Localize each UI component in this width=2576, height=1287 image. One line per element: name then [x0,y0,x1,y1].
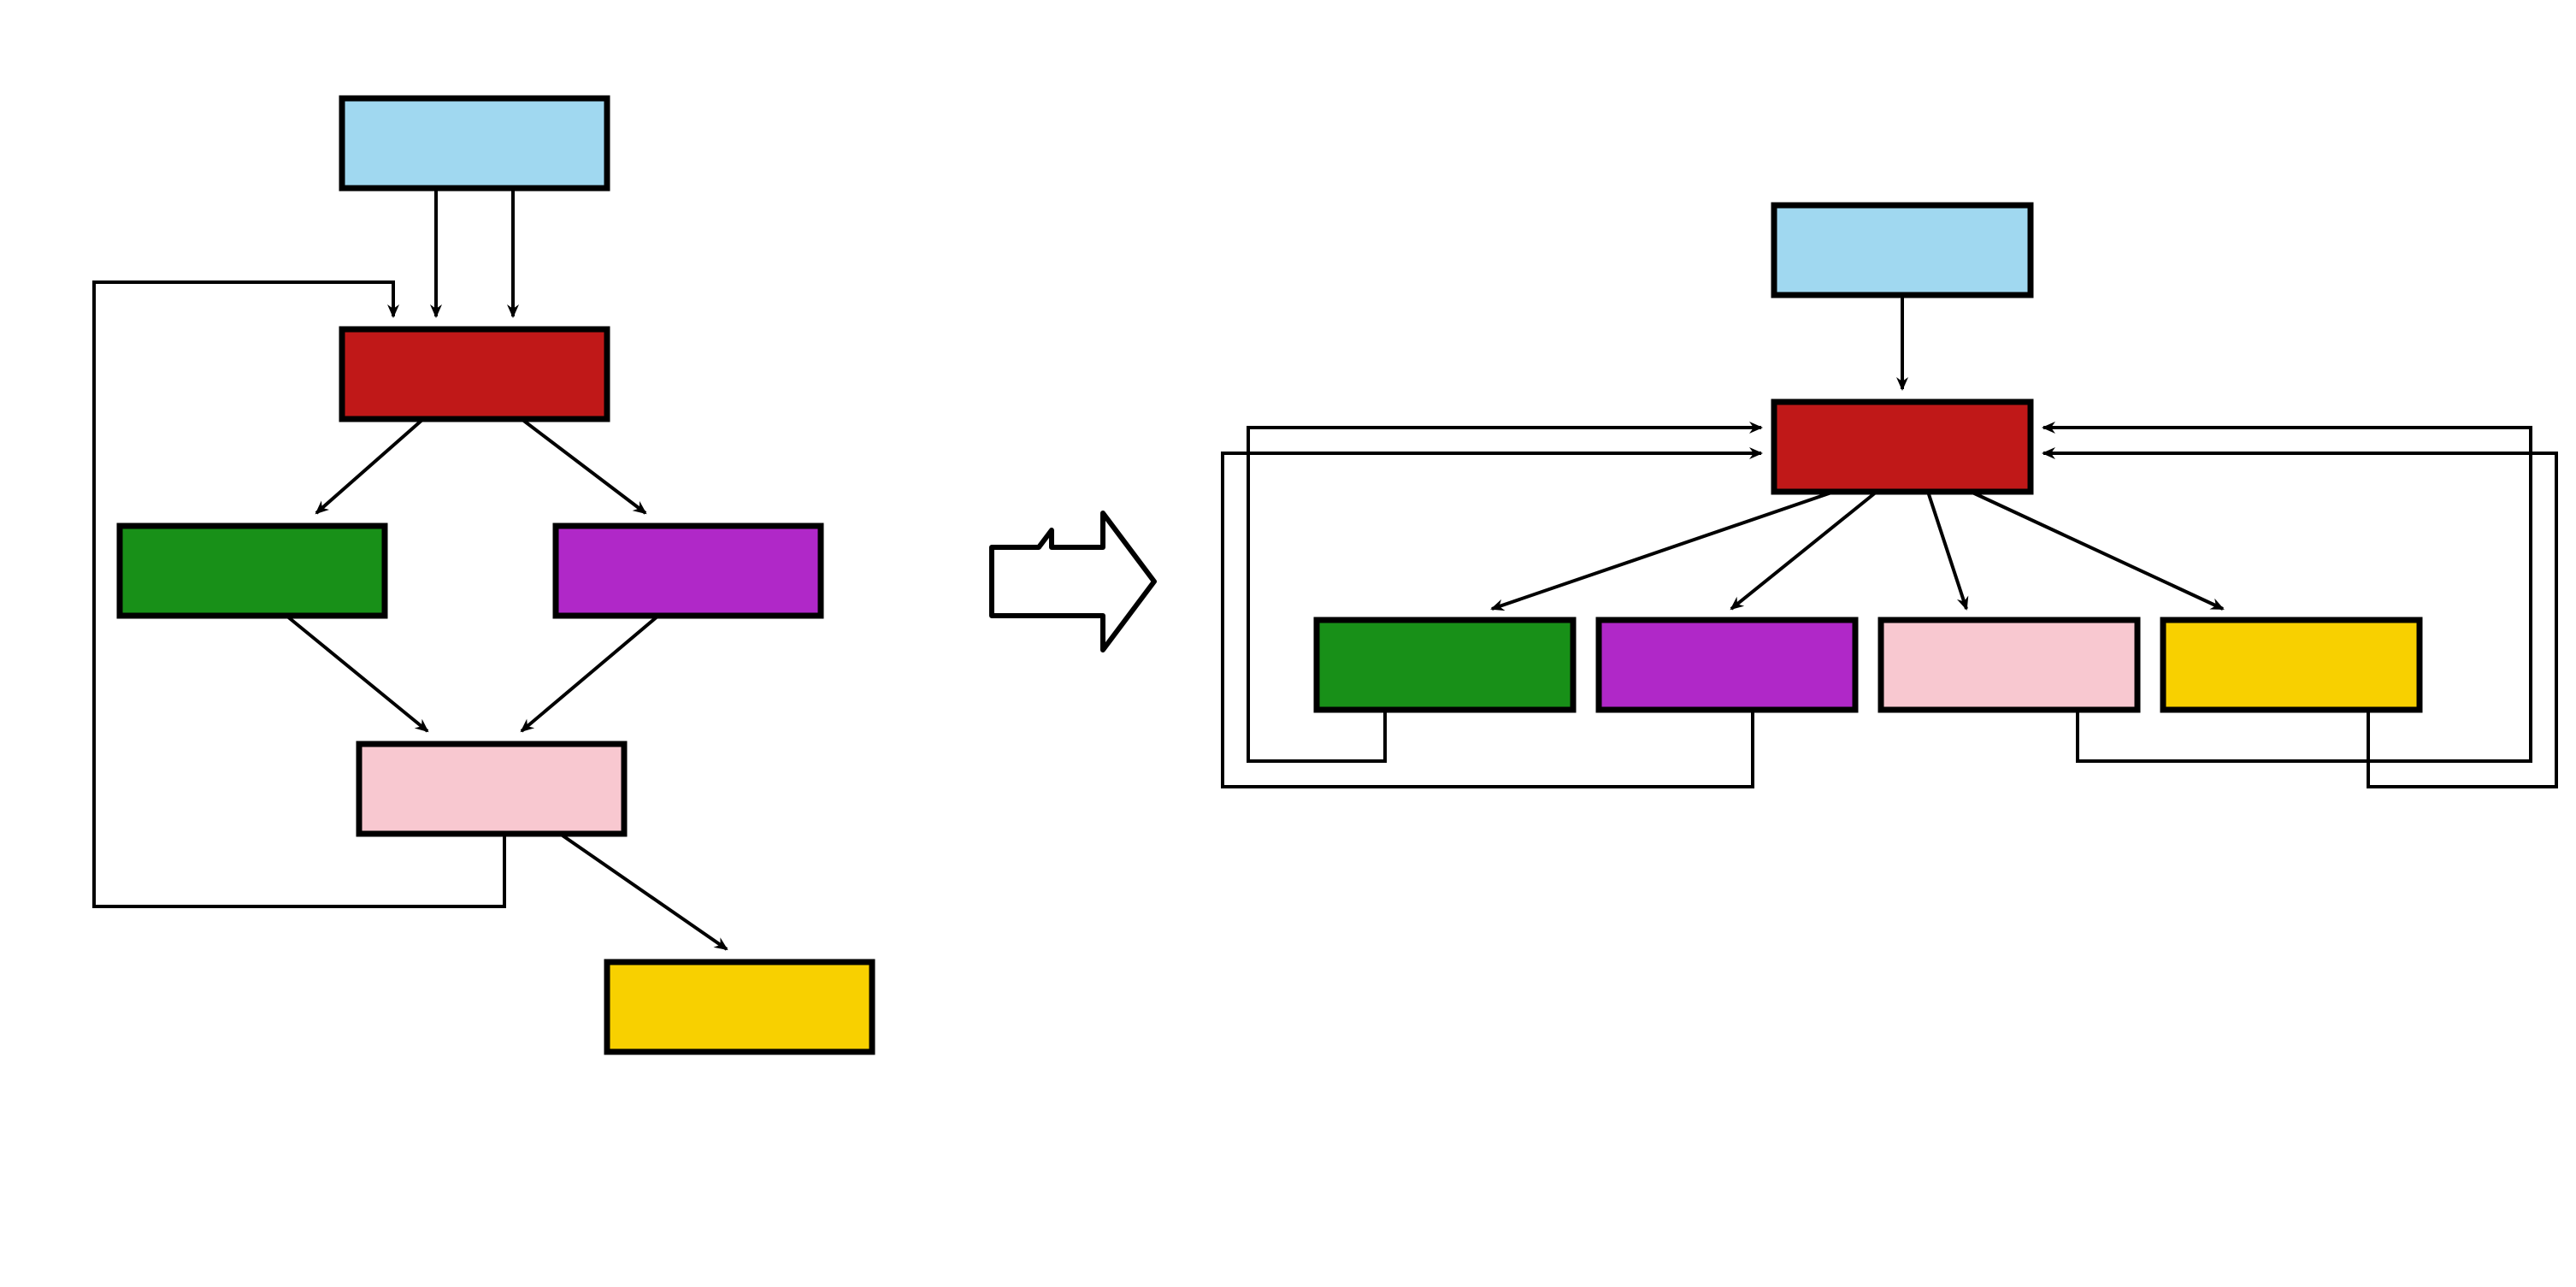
edge [1492,492,1834,609]
node-R-green [1317,620,1573,710]
edge [316,419,423,513]
node-L-purple [556,526,821,616]
diagram-canvas [0,0,2576,1287]
node-R-red [1774,402,2031,492]
edge [1971,492,2223,609]
center-arrow-layer [992,513,1154,650]
node-R-blue [1774,205,2031,295]
edge [522,419,645,513]
edge [1928,492,1966,609]
edge [1731,492,1877,609]
nodes-layer [120,98,2420,1052]
edge [522,616,658,731]
node-R-purple [1599,620,1855,710]
node-L-yellow [607,962,872,1052]
node-L-blue [342,98,607,188]
node-R-pink [1881,620,2137,710]
node-R-yellow [2163,620,2420,710]
edge [286,616,427,731]
node-L-green [120,526,385,616]
node-L-red [342,329,607,419]
node-L-pink [359,744,624,834]
transform-arrow-icon [992,513,1154,650]
edge [560,834,727,949]
